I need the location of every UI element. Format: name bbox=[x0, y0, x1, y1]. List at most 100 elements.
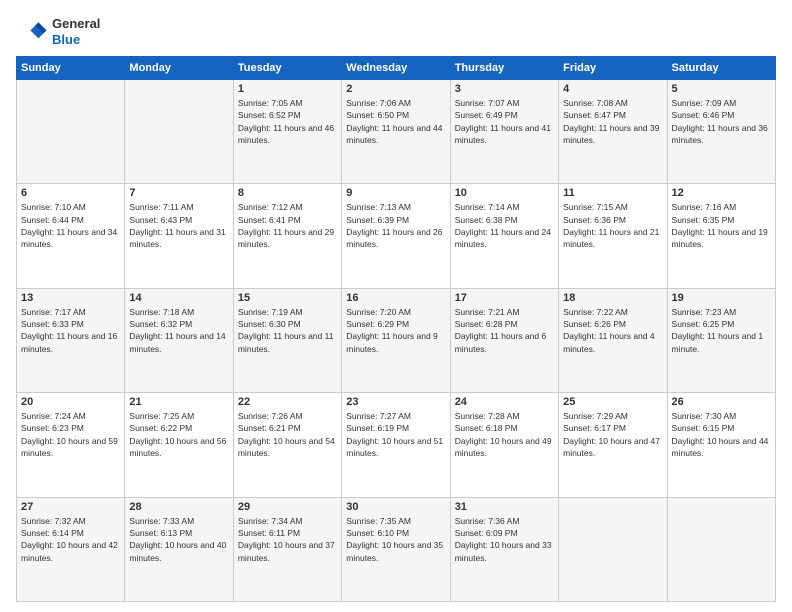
day-info: Sunrise: 7:30 AMSunset: 6:15 PMDaylight:… bbox=[672, 410, 771, 459]
calendar-cell: 9 Sunrise: 7:13 AMSunset: 6:39 PMDaylight… bbox=[342, 184, 450, 288]
day-number: 19 bbox=[672, 292, 771, 304]
day-info: Sunrise: 7:19 AMSunset: 6:30 PMDaylight:… bbox=[238, 306, 337, 355]
day-number: 7 bbox=[129, 187, 228, 199]
day-number: 24 bbox=[455, 396, 554, 408]
day-number: 27 bbox=[21, 501, 120, 513]
day-info: Sunrise: 7:08 AMSunset: 6:47 PMDaylight:… bbox=[563, 97, 662, 146]
day-info: Sunrise: 7:16 AMSunset: 6:35 PMDaylight:… bbox=[672, 201, 771, 250]
weekday-header-monday: Monday bbox=[125, 57, 233, 80]
day-number: 16 bbox=[346, 292, 445, 304]
calendar-cell: 6 Sunrise: 7:10 AMSunset: 6:44 PMDaylight… bbox=[17, 184, 125, 288]
day-number: 29 bbox=[238, 501, 337, 513]
calendar-cell: 12 Sunrise: 7:16 AMSunset: 6:35 PMDayligh… bbox=[667, 184, 775, 288]
day-info: Sunrise: 7:22 AMSunset: 6:26 PMDaylight:… bbox=[563, 306, 662, 355]
day-info: Sunrise: 7:20 AMSunset: 6:29 PMDaylight:… bbox=[346, 306, 445, 355]
day-number: 17 bbox=[455, 292, 554, 304]
day-number: 9 bbox=[346, 187, 445, 199]
day-info: Sunrise: 7:14 AMSunset: 6:38 PMDaylight:… bbox=[455, 201, 554, 250]
day-number: 2 bbox=[346, 83, 445, 95]
day-number: 20 bbox=[21, 396, 120, 408]
day-number: 6 bbox=[21, 187, 120, 199]
calendar-cell: 26 Sunrise: 7:30 AMSunset: 6:15 PMDayligh… bbox=[667, 393, 775, 497]
day-number: 1 bbox=[238, 83, 337, 95]
day-info: Sunrise: 7:11 AMSunset: 6:43 PMDaylight:… bbox=[129, 201, 228, 250]
day-info: Sunrise: 7:35 AMSunset: 6:10 PMDaylight:… bbox=[346, 515, 445, 564]
page: General Blue SundayMondayTuesdayWednesda… bbox=[0, 0, 792, 612]
weekday-header-sunday: Sunday bbox=[17, 57, 125, 80]
day-info: Sunrise: 7:17 AMSunset: 6:33 PMDaylight:… bbox=[21, 306, 120, 355]
calendar-cell: 13 Sunrise: 7:17 AMSunset: 6:33 PMDayligh… bbox=[17, 288, 125, 392]
day-number: 14 bbox=[129, 292, 228, 304]
day-info: Sunrise: 7:09 AMSunset: 6:46 PMDaylight:… bbox=[672, 97, 771, 146]
calendar-cell: 19Sunrise: 7:23 AMSunset: 6:25 PMDayligh… bbox=[667, 288, 775, 392]
day-number: 12 bbox=[672, 187, 771, 199]
day-number: 23 bbox=[346, 396, 445, 408]
calendar-cell: 10Sunrise: 7:14 AMSunset: 6:38 PMDayligh… bbox=[450, 184, 558, 288]
calendar-cell: 8 Sunrise: 7:12 AMSunset: 6:41 PMDaylight… bbox=[233, 184, 341, 288]
calendar-cell: 22 Sunrise: 7:26 AMSunset: 6:21 PMDayligh… bbox=[233, 393, 341, 497]
day-info: Sunrise: 7:18 AMSunset: 6:32 PMDaylight:… bbox=[129, 306, 228, 355]
day-number: 28 bbox=[129, 501, 228, 513]
calendar-cell: 14 Sunrise: 7:18 AMSunset: 6:32 PMDayligh… bbox=[125, 288, 233, 392]
day-info: Sunrise: 7:26 AMSunset: 6:21 PMDaylight:… bbox=[238, 410, 337, 459]
day-number: 8 bbox=[238, 187, 337, 199]
calendar-cell: 28 Sunrise: 7:33 AMSunset: 6:13 PMDayligh… bbox=[125, 497, 233, 601]
calendar-cell: 27Sunrise: 7:32 AMSunset: 6:14 PMDayligh… bbox=[17, 497, 125, 601]
logo-text: General Blue bbox=[52, 16, 100, 47]
calendar-cell: 18 Sunrise: 7:22 AMSunset: 6:26 PMDayligh… bbox=[559, 288, 667, 392]
day-number: 13 bbox=[21, 292, 120, 304]
header: General Blue bbox=[16, 16, 776, 48]
calendar-cell: 21 Sunrise: 7:25 AMSunset: 6:22 PMDayligh… bbox=[125, 393, 233, 497]
week-row-4: 20Sunrise: 7:24 AMSunset: 6:23 PMDayligh… bbox=[17, 393, 776, 497]
week-row-1: 1 Sunrise: 7:05 AMSunset: 6:52 PMDaylight… bbox=[17, 80, 776, 184]
calendar-cell: 29Sunrise: 7:34 AMSunset: 6:11 PMDayligh… bbox=[233, 497, 341, 601]
day-info: Sunrise: 7:33 AMSunset: 6:13 PMDaylight:… bbox=[129, 515, 228, 564]
day-info: Sunrise: 7:06 AMSunset: 6:50 PMDaylight:… bbox=[346, 97, 445, 146]
day-info: Sunrise: 7:05 AMSunset: 6:52 PMDaylight:… bbox=[238, 97, 337, 146]
calendar-cell bbox=[559, 497, 667, 601]
calendar-cell: 1 Sunrise: 7:05 AMSunset: 6:52 PMDaylight… bbox=[233, 80, 341, 184]
day-number: 22 bbox=[238, 396, 337, 408]
weekday-header-saturday: Saturday bbox=[667, 57, 775, 80]
calendar-cell bbox=[125, 80, 233, 184]
day-number: 25 bbox=[563, 396, 662, 408]
calendar-cell: 16 Sunrise: 7:20 AMSunset: 6:29 PMDayligh… bbox=[342, 288, 450, 392]
day-number: 3 bbox=[455, 83, 554, 95]
day-number: 18 bbox=[563, 292, 662, 304]
weekday-header-tuesday: Tuesday bbox=[233, 57, 341, 80]
day-info: Sunrise: 7:12 AMSunset: 6:41 PMDaylight:… bbox=[238, 201, 337, 250]
day-info: Sunrise: 7:15 AMSunset: 6:36 PMDaylight:… bbox=[563, 201, 662, 250]
calendar-cell: 2 Sunrise: 7:06 AMSunset: 6:50 PMDaylight… bbox=[342, 80, 450, 184]
calendar-cell: 31Sunrise: 7:36 AMSunset: 6:09 PMDayligh… bbox=[450, 497, 558, 601]
week-row-5: 27Sunrise: 7:32 AMSunset: 6:14 PMDayligh… bbox=[17, 497, 776, 601]
calendar-cell bbox=[17, 80, 125, 184]
day-info: Sunrise: 7:25 AMSunset: 6:22 PMDaylight:… bbox=[129, 410, 228, 459]
calendar-cell bbox=[667, 497, 775, 601]
calendar-cell: 30 Sunrise: 7:35 AMSunset: 6:10 PMDayligh… bbox=[342, 497, 450, 601]
calendar-cell: 5 Sunrise: 7:09 AMSunset: 6:46 PMDaylight… bbox=[667, 80, 775, 184]
day-number: 15 bbox=[238, 292, 337, 304]
day-info: Sunrise: 7:28 AMSunset: 6:18 PMDaylight:… bbox=[455, 410, 554, 459]
day-info: Sunrise: 7:21 AMSunset: 6:28 PMDaylight:… bbox=[455, 306, 554, 355]
day-info: Sunrise: 7:10 AMSunset: 6:44 PMDaylight:… bbox=[21, 201, 120, 250]
day-info: Sunrise: 7:13 AMSunset: 6:39 PMDaylight:… bbox=[346, 201, 445, 250]
day-info: Sunrise: 7:29 AMSunset: 6:17 PMDaylight:… bbox=[563, 410, 662, 459]
day-number: 26 bbox=[672, 396, 771, 408]
day-number: 5 bbox=[672, 83, 771, 95]
day-number: 21 bbox=[129, 396, 228, 408]
day-number: 31 bbox=[455, 501, 554, 513]
calendar-cell: 25 Sunrise: 7:29 AMSunset: 6:17 PMDayligh… bbox=[559, 393, 667, 497]
weekday-header-friday: Friday bbox=[559, 57, 667, 80]
calendar-cell: 15 Sunrise: 7:19 AMSunset: 6:30 PMDayligh… bbox=[233, 288, 341, 392]
day-number: 11 bbox=[563, 187, 662, 199]
calendar-cell: 23Sunrise: 7:27 AMSunset: 6:19 PMDayligh… bbox=[342, 393, 450, 497]
calendar-cell: 24 Sunrise: 7:28 AMSunset: 6:18 PMDayligh… bbox=[450, 393, 558, 497]
day-number: 4 bbox=[563, 83, 662, 95]
logo: General Blue bbox=[16, 16, 100, 48]
weekday-header-wednesday: Wednesday bbox=[342, 57, 450, 80]
day-info: Sunrise: 7:07 AMSunset: 6:49 PMDaylight:… bbox=[455, 97, 554, 146]
calendar-table: SundayMondayTuesdayWednesdayThursdayFrid… bbox=[16, 56, 776, 602]
week-row-3: 13 Sunrise: 7:17 AMSunset: 6:33 PMDayligh… bbox=[17, 288, 776, 392]
weekday-header-row: SundayMondayTuesdayWednesdayThursdayFrid… bbox=[17, 57, 776, 80]
day-number: 30 bbox=[346, 501, 445, 513]
